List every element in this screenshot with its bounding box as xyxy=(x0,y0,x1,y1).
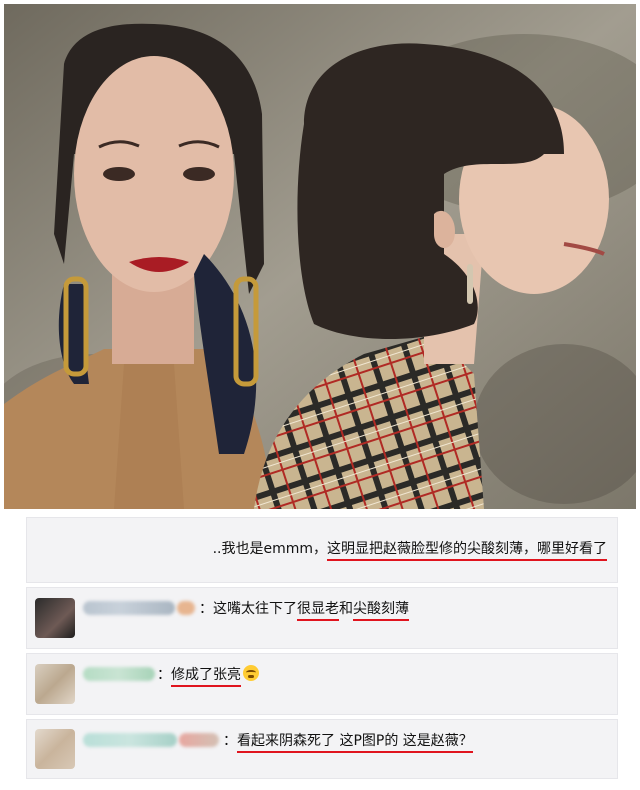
blurred-badge xyxy=(179,733,219,747)
comment-prefix: ：这嘴太往下了 xyxy=(199,601,297,617)
highlighted-phrase: 这明显把赵薇脸型修的尖酸刻薄，哪里好看了 xyxy=(327,541,607,561)
comment-prefix: ： xyxy=(223,733,237,749)
comment-card-2: ：这嘴太往下了很显老和尖酸刻薄 xyxy=(26,587,618,649)
comment-text: ..我也是emmm，这明显把赵薇脸型修的尖酸刻薄，哪里好看了 xyxy=(212,538,607,561)
photo xyxy=(4,4,636,509)
comment-card-3: ：修成了张亮 xyxy=(26,653,618,715)
avatar[interactable] xyxy=(35,729,75,769)
blurred-username[interactable] xyxy=(83,601,175,615)
comment-prefix: ..我也是emmm， xyxy=(212,541,327,557)
comment-connector: 和 xyxy=(339,601,353,617)
avatar[interactable] xyxy=(35,598,75,638)
highlighted-phrase: 修成了张亮 xyxy=(171,667,241,687)
highlighted-phrase: 很显老 xyxy=(297,601,339,621)
blurred-badge xyxy=(177,601,195,615)
avatar[interactable] xyxy=(35,664,75,704)
blurred-username[interactable] xyxy=(83,667,155,681)
comment-text: ：看起来阴森死了 这P图P的 这是赵薇？ xyxy=(223,730,473,753)
comment-text: ：这嘴太往下了很显老和尖酸刻薄 xyxy=(199,598,409,621)
highlighted-phrase: 尖酸刻薄 xyxy=(353,601,409,621)
comment-card-1: ..我也是emmm，这明显把赵薇脸型修的尖酸刻薄，哪里好看了 xyxy=(26,517,618,583)
crying-face-icon xyxy=(243,665,259,681)
highlighted-phrase: 看起来阴森死了 这P图P的 这是赵薇？ xyxy=(237,733,473,753)
comment-card-4: ：看起来阴森死了 这P图P的 这是赵薇？ xyxy=(26,719,618,779)
comment-text: ：修成了张亮 xyxy=(157,664,259,687)
comment-prefix: ： xyxy=(157,667,171,683)
blurred-username[interactable] xyxy=(83,733,177,747)
